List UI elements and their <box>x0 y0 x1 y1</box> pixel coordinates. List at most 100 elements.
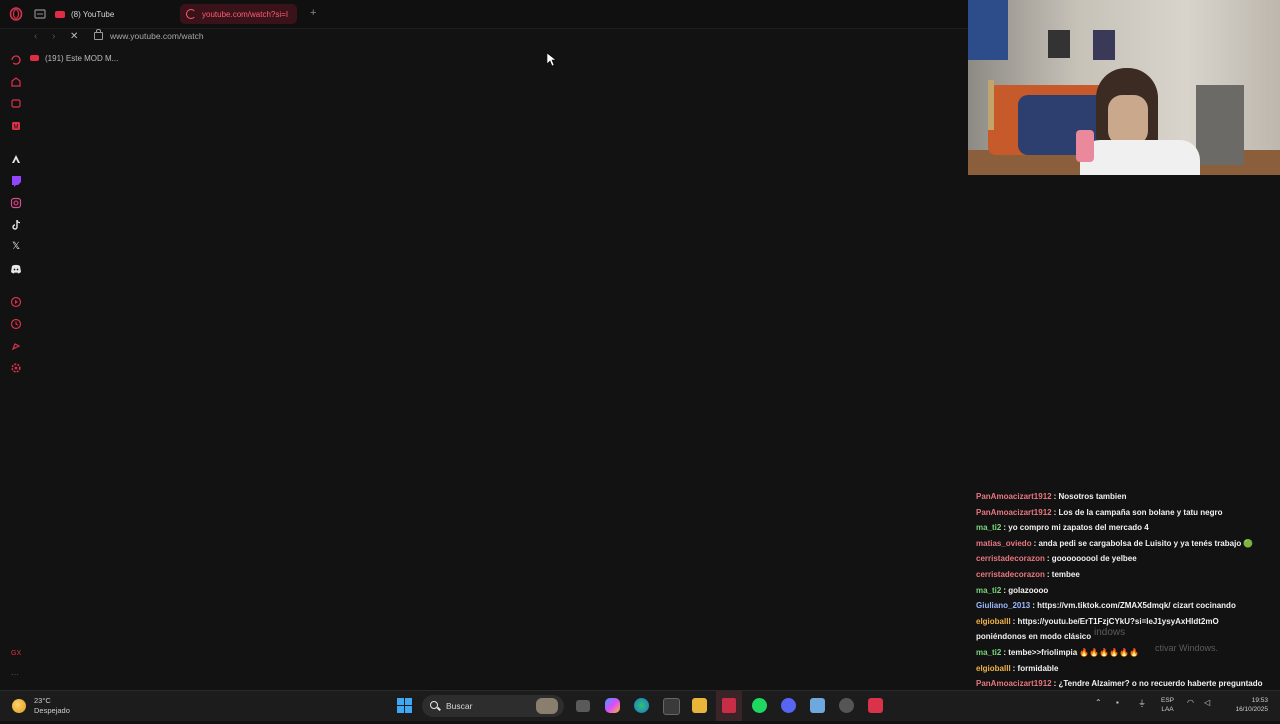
notepad-icon[interactable] <box>810 698 825 713</box>
chat-text: : anda pedi se cargabolsa de Luisito y y… <box>1033 538 1254 548</box>
wifi-icon[interactable]: ◠ <box>1187 698 1194 707</box>
clock-date: 16/10/2025 <box>1235 706 1268 713</box>
chat-username: ma_ti2 <box>976 647 1002 657</box>
taskbar: 23°C Despejado Buscar ⌃ ▪ ⏚ ESP LAA ◠ ◁ … <box>0 690 1280 721</box>
chat-message: ma_ti2: tembe>>friolimpia 🔥🔥🔥🔥🔥🔥 <box>976 646 1280 662</box>
edge-browser-icon[interactable] <box>634 698 649 713</box>
chat-text: : https://youtu.be/ErT1FzjCYkU?si=IeJ1ys… <box>1012 616 1219 626</box>
opera-gx-taskbar-slot[interactable] <box>716 691 742 721</box>
chat-username: ma_ti2 <box>976 523 1002 533</box>
opera-gx-taskbar-icon <box>722 698 736 713</box>
forward-arrow-icon[interactable]: › <box>52 31 55 42</box>
tiktok-icon[interactable] <box>10 219 22 231</box>
chat-username: PanAmoacizart1912 <box>976 679 1052 689</box>
chat-username: cerristadecorazon <box>976 569 1045 579</box>
player-icon[interactable]: M <box>10 120 22 132</box>
file-explorer-icon[interactable] <box>692 698 707 713</box>
search-icon <box>430 701 438 709</box>
stream-chat: PanAmoacizart1912: Nosotros tambien PanAm… <box>976 490 1280 724</box>
chat-username: elgioballl <box>976 663 1011 673</box>
lock-icon <box>94 29 103 40</box>
app-icon[interactable] <box>868 698 883 713</box>
wall-poster <box>1048 30 1070 58</box>
url-field[interactable]: www.youtube.com/watch <box>110 31 204 41</box>
chat-message: poniéndonos en modo clásico <box>976 630 1280 646</box>
clock[interactable]: 19:53 16/10/2025 <box>1226 696 1268 714</box>
svg-text:M: M <box>14 125 19 131</box>
tab-menu-icon[interactable] <box>33 7 47 21</box>
lang-top: ESP <box>1161 697 1175 704</box>
tab-label: (8) YouTube <box>71 9 115 19</box>
back-arrow-icon[interactable]: ‹ <box>34 31 37 42</box>
tray-app-icon[interactable]: ▪ <box>1116 698 1119 707</box>
chat-text: : https://vm.tiktok.com/ZMAX5dmqk/ cizar… <box>1032 601 1236 611</box>
instagram-icon[interactable] <box>10 197 22 209</box>
chat-username: PanAmoacizart1912 <box>976 507 1052 517</box>
spotify-icon[interactable] <box>752 698 767 713</box>
activate-windows-watermark: ctivar Windows. <box>1155 643 1219 653</box>
wall-poster <box>1093 30 1115 60</box>
bookmark-item[interactable]: (191) Este MOD M... <box>30 50 118 66</box>
tab-strip: (8) YouTube youtube.com/watch?si=I + <box>0 0 968 29</box>
chat-text: : gooooooool de yelbee <box>1046 554 1137 564</box>
windows-watermark: indows <box>1094 627 1126 638</box>
chat-text: : tembee <box>1046 569 1080 579</box>
gx-control-icon[interactable] <box>10 54 22 66</box>
tray-usb-icon[interactable]: ⏚ <box>1138 698 1146 709</box>
language-indicator[interactable]: ESP LAA <box>1161 696 1174 714</box>
chat-message: ma_ti2: yo compro mi zapatos del mercado… <box>976 521 1280 537</box>
chat-text: : Los de la campaña son bolane y tatu ne… <box>1053 507 1223 517</box>
x-twitter-icon[interactable]: 𝕏 <box>10 241 22 253</box>
chat-text: : Nosotros tambien <box>1053 492 1127 501</box>
player-play-icon[interactable] <box>10 296 22 308</box>
chat-message: ma_ti2: golazoooo <box>976 584 1280 600</box>
settings-icon[interactable] <box>10 362 22 374</box>
discord-taskbar-icon[interactable] <box>781 698 796 713</box>
new-tab-button[interactable]: + <box>310 7 316 19</box>
browser-window: (8) YouTube youtube.com/watch?si=I + ‹ ›… <box>0 0 968 690</box>
chat-username: Giuliano_2013 <box>976 601 1031 611</box>
sun-icon <box>12 699 26 713</box>
start-button[interactable] <box>397 698 412 713</box>
chat-username: PanAmoacizart1912 <box>976 492 1052 501</box>
chat-username: cerristadecorazon <box>976 554 1045 564</box>
store-icon[interactable] <box>663 698 680 715</box>
chat-username: matias_oviedo <box>976 538 1032 548</box>
tab-youtube[interactable]: (8) YouTube <box>55 4 114 24</box>
clock-time: 19:53 <box>1251 697 1268 704</box>
weather-widget[interactable]: 23°C Despejado <box>12 696 70 716</box>
bookmark-label: (191) Este MOD M... <box>45 53 119 63</box>
volume-icon[interactable]: ◁ <box>1204 698 1210 707</box>
pinboard-icon[interactable] <box>10 340 22 352</box>
chat-message: PanAmoacizart1912: Los de la campaña son… <box>976 506 1280 522</box>
tray-chevron-icon[interactable]: ⌃ <box>1095 698 1102 707</box>
taskbar-search[interactable]: Buscar <box>422 695 564 717</box>
search-highlight-image <box>536 698 558 714</box>
obs-icon[interactable] <box>839 698 854 713</box>
chat-text: : ¿Tendre Alzaimer? o no recuerdo habert… <box>1053 679 1263 689</box>
aria-icon[interactable] <box>10 153 22 165</box>
tab-label: youtube.com/watch?si=I <box>202 9 289 19</box>
opera-gx-logo-icon[interactable] <box>9 7 23 21</box>
discord-icon[interactable] <box>10 263 22 275</box>
loading-spinner-icon <box>186 9 196 19</box>
chat-message: elgioballl: https://youtu.be/ErT1FzjCYkU… <box>976 615 1280 631</box>
more-options-icon[interactable]: ··· <box>11 670 19 679</box>
chat-text: : yo compro mi zapatos del mercado 4 <box>1003 523 1149 533</box>
chat-username: elgioballl <box>976 616 1011 626</box>
task-view-icon[interactable] <box>576 700 590 712</box>
weather-desc: Despejado <box>34 706 70 715</box>
history-icon[interactable] <box>10 318 22 330</box>
copilot-icon[interactable] <box>605 698 620 713</box>
tab-youtube-watch[interactable]: youtube.com/watch?si=I <box>180 4 297 24</box>
twitch-icon[interactable] <box>10 175 22 187</box>
messenger-icon[interactable] <box>10 98 22 110</box>
webcam-overlay <box>968 0 1280 175</box>
gx-badge[interactable]: GX <box>11 650 21 657</box>
gx-corner-icon[interactable] <box>10 76 22 88</box>
lang-bottom: LAA <box>1161 706 1174 713</box>
stop-loading-icon[interactable]: ✕ <box>70 31 78 42</box>
sidebar: M 𝕏 <box>0 48 32 688</box>
chat-message: matias_oviedo: anda pedi se cargabolsa d… <box>976 537 1280 553</box>
chat-username: ma_ti2 <box>976 585 1002 595</box>
